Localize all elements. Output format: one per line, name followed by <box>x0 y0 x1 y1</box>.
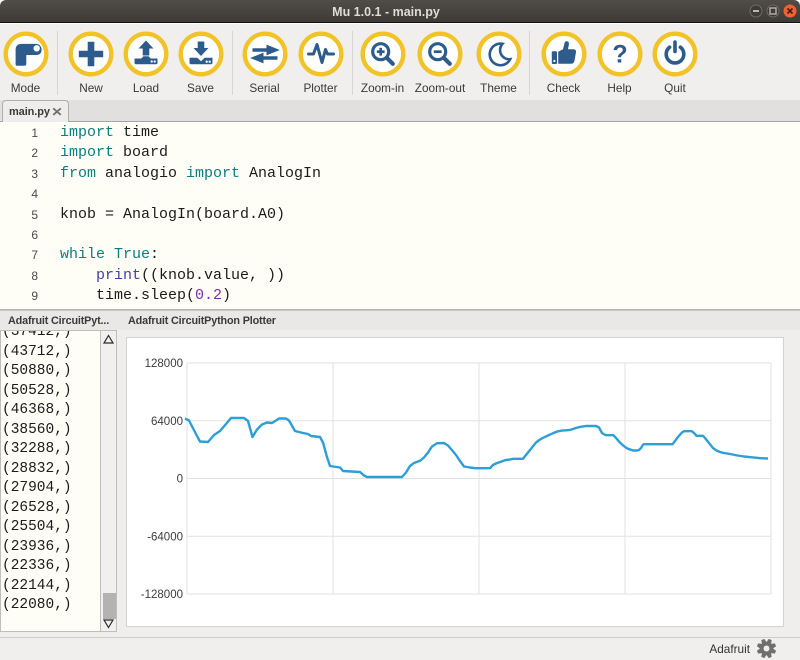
svg-text:0: 0 <box>177 474 183 486</box>
svg-text:-128000: -128000 <box>141 589 183 601</box>
svg-text:?: ? <box>612 41 627 69</box>
svg-text:-64000: -64000 <box>147 531 183 543</box>
svg-text:128000: 128000 <box>145 358 183 370</box>
svg-text:64000: 64000 <box>151 416 183 428</box>
